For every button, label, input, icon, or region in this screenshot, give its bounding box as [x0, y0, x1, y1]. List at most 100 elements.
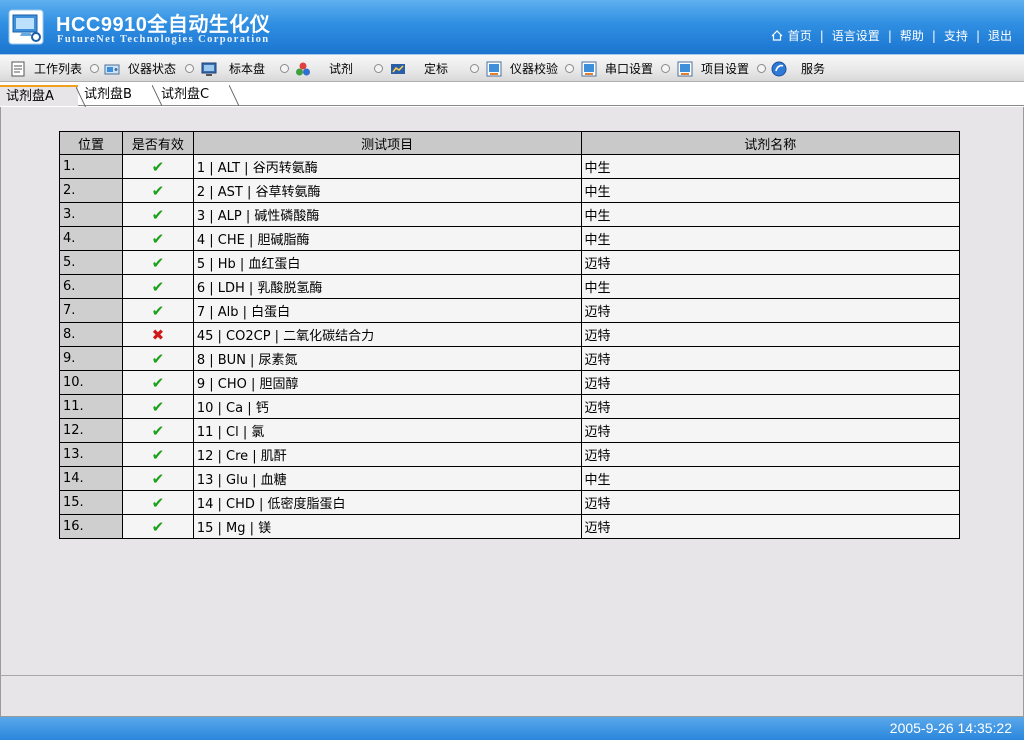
table-row[interactable]: 9. ✔ 8 | BUN | 尿素氮 迈特 — [59, 346, 961, 371]
valid-cell[interactable]: ✔ — [121, 250, 194, 275]
reagent-name-cell[interactable]: 迈特 — [580, 394, 961, 419]
toolbar-instrument-status[interactable]: 仪器状态 — [104, 55, 176, 82]
table-row[interactable]: 11. ✔ 10 | Ca | 钙迈特 — [59, 394, 961, 419]
reagent-name-cell[interactable]: 迈特 — [580, 250, 961, 275]
table-row[interactable]: 8. ✖ 45 | CO2CP | 二氧化碳结合力 迈特 — [59, 322, 961, 347]
valid-cell[interactable]: ✔ — [121, 178, 194, 203]
valid-cell[interactable]: ✔ — [121, 514, 194, 539]
test-item-cell[interactable]: 45 | CO2CP | 二氧化碳结合力 — [192, 322, 582, 347]
reagent-name-cell[interactable]: 迈特 — [580, 490, 961, 515]
valid-cell[interactable]: ✔ — [121, 418, 194, 443]
column-header-reagent-name[interactable]: 试剂名称 — [580, 131, 961, 155]
test-item-cell[interactable]: 9 | CHO | 胆固醇 — [192, 370, 582, 395]
test-item-cell[interactable]: 13 | Glu | 血糖 — [192, 466, 582, 491]
reagent-name-cell[interactable]: 迈特 — [580, 442, 961, 467]
test-item-cell[interactable]: 14 | CHD | 低密度脂蛋白 — [192, 490, 582, 515]
table-row[interactable]: 13. ✔ 12 | Cre | 肌酐 迈特 — [59, 442, 961, 467]
column-header-test-item[interactable]: 测试项目 — [192, 131, 582, 155]
test-item-cell[interactable]: 8 | BUN | 尿素氮 — [192, 346, 582, 371]
reagent-name-cell[interactable]: 中生 — [580, 202, 961, 227]
table-row[interactable]: 3. ✔ 3 | ALP | 碱性磷酸酶 中生 — [59, 202, 961, 227]
table-row[interactable]: 7. ✔ 7 | Alb | 白蛋白 迈特 — [59, 298, 961, 323]
toolbar-instrument-check[interactable]: 仪器校验 — [486, 55, 558, 82]
app-title: HCC9910全自动生化仪 — [56, 14, 271, 36]
toolbar-sample-tray[interactable]: 标本盘 — [201, 55, 265, 82]
test-item-cell[interactable]: 15 | Mg | 镁 — [192, 514, 582, 539]
valid-cell[interactable]: ✔ — [121, 202, 194, 227]
reagent-name-cell[interactable]: 迈特 — [580, 418, 961, 443]
table-row[interactable]: 5. ✔ 5 | Hb | 血红蛋白 迈特 — [59, 250, 961, 275]
checkmark-icon: ✔ — [151, 397, 165, 416]
support-link[interactable]: 支持 — [944, 27, 968, 44]
toolbar-reagent[interactable]: 试剂 — [295, 55, 353, 82]
instrument-check-icon — [486, 61, 502, 76]
test-item-cell[interactable]: 7 | Alb | 白蛋白 — [192, 298, 582, 323]
test-item-cell[interactable]: 12 | Cre | 肌酐 — [192, 442, 582, 467]
column-header-valid[interactable]: 是否有效 — [121, 131, 194, 155]
top-links: 首页 | 语言设置 | 帮助 | 支持 | 退出 — [771, 27, 1012, 44]
valid-cell[interactable]: ✔ — [121, 394, 194, 419]
position-cell: 12. — [59, 418, 123, 443]
test-item-cell[interactable]: 2 | AST | 谷草转氨酶 — [192, 178, 582, 203]
reagent-name-cell[interactable]: 中生 — [580, 178, 961, 203]
reagent-name-cell[interactable]: 迈特 — [580, 322, 961, 347]
toolbar-calibration[interactable]: 定标 — [390, 55, 448, 82]
valid-cell[interactable]: ✔ — [121, 154, 194, 179]
valid-cell[interactable]: ✖ — [121, 322, 194, 347]
column-header-position[interactable]: 位置 — [59, 131, 123, 155]
toolbar-worklist[interactable]: 工作列表 — [10, 55, 82, 82]
toolbar-item-settings[interactable]: 项目设置 — [677, 55, 749, 82]
valid-cell[interactable]: ✔ — [121, 226, 194, 251]
tab-reagent-tray-a[interactable]: 试剂盘A — [0, 85, 86, 108]
table-row[interactable]: 15. ✔ 14 | CHD | 低密度脂蛋白 迈特 — [59, 490, 961, 515]
language-settings-link[interactable]: 语言设置 — [832, 27, 880, 44]
test-item-cell[interactable]: 10 | Ca | 钙 — [192, 394, 582, 419]
test-item-cell[interactable]: 11 | Cl | 氯 — [192, 418, 582, 443]
reagent-name-cell[interactable]: 迈特 — [580, 298, 961, 323]
toolbar-separator-dot — [374, 64, 383, 73]
valid-cell[interactable]: ✔ — [121, 274, 194, 299]
valid-cell[interactable]: ✔ — [121, 490, 194, 515]
reagent-name-cell[interactable]: 迈特 — [580, 370, 961, 395]
test-item-cell[interactable]: 4 | CHE | 胆碱脂酶 — [192, 226, 582, 251]
table-row[interactable]: 14. ✔ 13 | Glu | 血糖 中生 — [59, 466, 961, 491]
reagent-name-cell[interactable]: 中生 — [580, 226, 961, 251]
reagent-name-cell[interactable]: 迈特 — [580, 346, 961, 371]
reagent-name-cell[interactable]: 中生 — [580, 154, 961, 179]
reagent-name-cell[interactable]: 迈特 — [580, 514, 961, 539]
position-cell: 5. — [59, 250, 123, 275]
toolbar-service[interactable]: 服务 — [771, 55, 825, 82]
table-row[interactable]: 1. ✔ 1 | ALT | 谷丙转氨酶 中生 — [59, 154, 961, 179]
toolbar-label: 工作列表 — [34, 62, 83, 76]
reagent-name-cell[interactable]: 中生 — [580, 274, 961, 299]
tab-reagent-tray-b[interactable]: 试剂盘B — [78, 85, 162, 106]
table-row[interactable]: 6. ✔ 6 | LDH | 乳酸脱氢酶 中生 — [59, 274, 961, 299]
checkmark-icon: ✔ — [151, 469, 165, 488]
link-separator: | — [931, 28, 936, 43]
toolbar-separator-dot — [470, 64, 479, 73]
toolbar-separator-dot — [661, 64, 670, 73]
valid-cell[interactable]: ✔ — [121, 370, 194, 395]
test-item-cell[interactable]: 1 | ALT | 谷丙转氨酶 — [192, 154, 582, 179]
position-cell: 13. — [59, 442, 123, 467]
home-link[interactable]: 首页 — [788, 27, 812, 44]
test-item-cell[interactable]: 3 | ALP | 碱性磷酸酶 — [192, 202, 582, 227]
reagent-name-cell[interactable]: 中生 — [580, 466, 961, 491]
table-row[interactable]: 16. ✔ 15 | Mg | 镁迈特 — [59, 514, 961, 539]
help-link[interactable]: 帮助 — [900, 27, 924, 44]
test-item-cell[interactable]: 5 | Hb | 血红蛋白 — [192, 250, 582, 275]
valid-cell[interactable]: ✔ — [121, 466, 194, 491]
valid-cell[interactable]: ✔ — [121, 346, 194, 371]
valid-cell[interactable]: ✔ — [121, 298, 194, 323]
valid-cell[interactable]: ✔ — [121, 442, 194, 467]
toolbar-serial-port[interactable]: 串口设置 — [581, 55, 653, 82]
test-item-cell[interactable]: 6 | LDH | 乳酸脱氢酶 — [192, 274, 582, 299]
table-row[interactable]: 2. ✔ 2 | AST | 谷草转氨酶 中生 — [59, 178, 961, 203]
position-cell: 15. — [59, 490, 123, 515]
tab-reagent-tray-c[interactable]: 试剂盘C — [155, 85, 239, 106]
table-row[interactable]: 4. ✔ 4 | CHE | 胆碱脂酶 中生 — [59, 226, 961, 251]
table-row[interactable]: 12. ✔ 11 | Cl | 氯迈特 — [59, 418, 961, 443]
home-icon[interactable] — [771, 30, 783, 41]
exit-link[interactable]: 退出 — [988, 27, 1012, 44]
table-row[interactable]: 10. ✔ 9 | CHO | 胆固醇 迈特 — [59, 370, 961, 395]
